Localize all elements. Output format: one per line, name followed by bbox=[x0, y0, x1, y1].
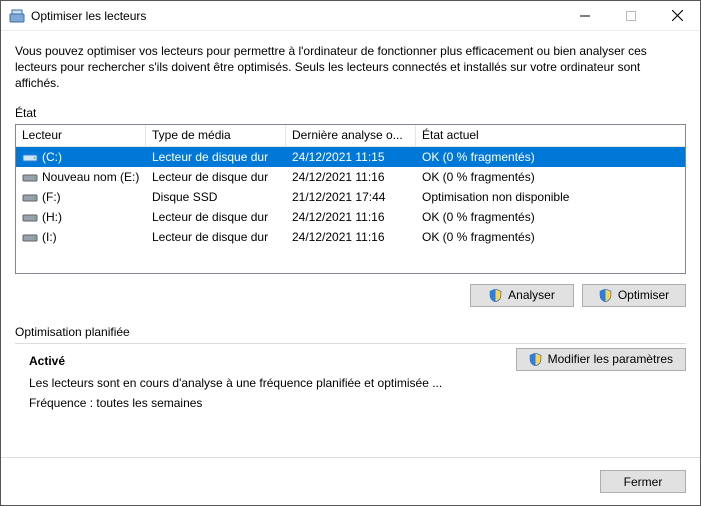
column-last[interactable]: Dernière analyse o... bbox=[286, 125, 416, 147]
drive-icon bbox=[22, 190, 38, 204]
table-row[interactable]: (H:) Lecteur de disque dur24/12/2021 11:1… bbox=[16, 207, 685, 227]
action-buttons: Analyser Optimiser bbox=[15, 284, 686, 307]
titlebar: Optimiser les lecteurs bbox=[1, 1, 700, 31]
drive-icon bbox=[22, 230, 38, 244]
close-button[interactable] bbox=[654, 1, 700, 31]
optimize-button[interactable]: Optimiser bbox=[582, 284, 686, 307]
drive-cell: (I:) bbox=[16, 230, 146, 244]
drive-cell: (C:) bbox=[16, 150, 146, 164]
drive-name: (C:) bbox=[42, 150, 62, 164]
drive-cell: Nouveau nom (E:) bbox=[16, 170, 146, 184]
analyze-button[interactable]: Analyser bbox=[470, 284, 574, 307]
shield-icon bbox=[529, 353, 542, 366]
schedule-desc: Les lecteurs sont en cours d'analyse à u… bbox=[29, 376, 506, 390]
list-body: (C:)Lecteur de disque dur24/12/2021 11:1… bbox=[16, 147, 685, 247]
drive-name: (I:) bbox=[42, 230, 57, 244]
table-row[interactable]: (C:) Lecteur de disque dur24/12/2021 11:1… bbox=[16, 147, 685, 167]
schedule-title: Optimisation planifiée bbox=[15, 325, 686, 339]
status-cell: OK (0 % fragmentés) bbox=[416, 170, 685, 184]
column-media[interactable]: Type de média bbox=[146, 125, 286, 147]
drive-cell: (H:) bbox=[16, 210, 146, 224]
column-status[interactable]: État actuel bbox=[416, 125, 685, 147]
media-cell: Lecteur de disque dur bbox=[146, 150, 286, 164]
divider bbox=[15, 343, 686, 344]
drive-icon bbox=[22, 170, 38, 184]
last-cell: 24/12/2021 11:16 bbox=[286, 230, 416, 244]
last-cell: 24/12/2021 11:16 bbox=[286, 170, 416, 184]
schedule-section: Optimisation planifiée Activé Les lecteu… bbox=[15, 325, 686, 410]
last-cell: 24/12/2021 11:15 bbox=[286, 150, 416, 164]
status-cell: OK (0 % fragmentés) bbox=[416, 150, 685, 164]
schedule-enabled: Activé bbox=[29, 354, 506, 368]
media-cell: Lecteur de disque dur bbox=[146, 230, 286, 244]
status-cell: OK (0 % fragmentés) bbox=[416, 210, 685, 224]
maximize-button bbox=[608, 1, 654, 31]
close-label: Fermer bbox=[624, 475, 663, 489]
content-area: Vous pouvez optimiser vos lecteurs pour … bbox=[1, 31, 700, 457]
window-title: Optimiser les lecteurs bbox=[31, 9, 146, 23]
media-cell: Disque SSD bbox=[146, 190, 286, 204]
status-cell: Optimisation non disponible bbox=[416, 190, 685, 204]
drive-cell: (F:) bbox=[16, 190, 146, 204]
window: Optimiser les lecteurs Vous pouvez optim… bbox=[0, 0, 701, 506]
status-cell: OK (0 % fragmentés) bbox=[416, 230, 685, 244]
close-dialog-button[interactable]: Fermer bbox=[600, 470, 686, 493]
shield-icon bbox=[599, 289, 612, 302]
table-row[interactable]: (I:) Lecteur de disque dur24/12/2021 11:1… bbox=[16, 227, 685, 247]
table-row[interactable]: Nouveau nom (E:) Lecteur de disque dur24/… bbox=[16, 167, 685, 187]
footer: Fermer bbox=[1, 457, 700, 505]
list-header[interactable]: Lecteur Type de média Dernière analyse o… bbox=[16, 125, 685, 147]
drive-name: Nouveau nom (E:) bbox=[42, 170, 139, 184]
last-cell: 24/12/2021 11:16 bbox=[286, 210, 416, 224]
drive-name: (H:) bbox=[42, 210, 62, 224]
modify-label: Modifier les paramètres bbox=[548, 352, 673, 366]
column-drive[interactable]: Lecteur bbox=[16, 125, 146, 147]
shield-icon bbox=[489, 289, 502, 302]
media-cell: Lecteur de disque dur bbox=[146, 170, 286, 184]
drive-list[interactable]: Lecteur Type de média Dernière analyse o… bbox=[15, 124, 686, 274]
drive-icon bbox=[22, 150, 38, 164]
last-cell: 21/12/2021 17:44 bbox=[286, 190, 416, 204]
drive-name: (F:) bbox=[42, 190, 61, 204]
intro-text: Vous pouvez optimiser vos lecteurs pour … bbox=[15, 43, 686, 92]
drive-icon bbox=[22, 210, 38, 224]
minimize-button[interactable] bbox=[562, 1, 608, 31]
analyze-label: Analyser bbox=[508, 288, 555, 302]
optimize-label: Optimiser bbox=[618, 288, 669, 302]
app-icon bbox=[9, 8, 25, 24]
state-label: État bbox=[15, 106, 686, 120]
schedule-freq: Fréquence : toutes les semaines bbox=[29, 396, 506, 410]
media-cell: Lecteur de disque dur bbox=[146, 210, 286, 224]
modify-settings-button[interactable]: Modifier les paramètres bbox=[516, 348, 686, 371]
table-row[interactable]: (F:) Disque SSD21/12/2021 17:44Optimisati… bbox=[16, 187, 685, 207]
